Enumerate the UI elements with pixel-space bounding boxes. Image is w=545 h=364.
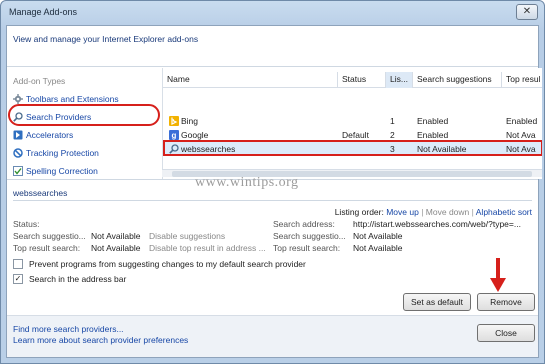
prevent-changes-checkbox[interactable] <box>13 259 23 269</box>
window-title: Manage Add-ons <box>9 7 78 17</box>
search-suggestions-label: Search suggestio... <box>13 231 86 241</box>
details-pane: webssearches Listing order: Move up | Mo… <box>7 180 538 315</box>
sidebar-item-label: Spelling Correction <box>26 166 98 176</box>
manage-addons-window: Manage Add-ons ✕ View and manage your In… <box>0 0 545 364</box>
dialog-client: View and manage your Internet Explorer a… <box>6 25 542 358</box>
close-window-button[interactable]: ✕ <box>516 4 538 20</box>
divider <box>13 200 532 201</box>
table-row[interactable]: Bing 1 Enabled Enabled <box>163 114 542 128</box>
listing-order: Listing order: Move up | Move down | Alp… <box>335 207 532 217</box>
tracking-protection-icon <box>13 148 23 158</box>
spelling-icon <box>13 166 23 176</box>
search-suggestions-value: Not Available <box>91 231 141 241</box>
row-name: Bing <box>181 116 199 126</box>
top-result-value: Not Available <box>91 243 141 253</box>
sidebar-item-label: Tracking Protection <box>26 148 99 158</box>
top-result-value-right: Not Available <box>353 243 403 253</box>
row-top-result: Enabled <box>506 116 538 126</box>
sidebar-item-spelling-correction[interactable]: Spelling Correction <box>13 164 98 178</box>
addon-types-pane: Add-on Types Toolbars and Extensions Sea… <box>7 68 160 179</box>
search-address-bar-label: Search in the address bar <box>29 274 127 284</box>
sidebar-item-accelerators[interactable]: Accelerators <box>13 128 73 142</box>
title-bar: Manage Add-ons ✕ <box>1 1 544 25</box>
column-header-top-result[interactable]: Top resul <box>502 72 542 88</box>
arrow-down-icon <box>490 258 506 292</box>
status-label: Status: <box>13 219 40 229</box>
header-band: View and manage your Internet Explorer a… <box>7 26 538 64</box>
disable-suggestions-link[interactable]: Disable suggestions <box>149 231 225 241</box>
listing-order-label: Listing order: <box>334 207 384 217</box>
disable-top-result-link[interactable]: Disable top result in address ... <box>149 243 266 253</box>
watermark: www.wintips.org <box>195 175 299 190</box>
gear-icon <box>13 94 23 104</box>
divider <box>7 66 538 67</box>
selected-row-highlight <box>163 140 542 156</box>
providers-table: Name Status Lis... Search suggestions To… <box>162 68 542 179</box>
prevent-changes-label: Prevent programs from suggesting changes… <box>29 259 306 269</box>
top-result-label-right: Top result search: <box>273 243 341 253</box>
move-up-link[interactable]: Move up <box>386 207 419 217</box>
accelerator-icon <box>13 130 23 140</box>
search-address-value: http://istart.webssearches.com/web/?type… <box>353 219 521 229</box>
search-address-label: Search address: <box>273 219 335 229</box>
footer: Find more search providers... Learn more… <box>7 315 538 357</box>
set-as-default-button[interactable]: Set as default <box>403 293 471 311</box>
sidebar-item-label: Accelerators <box>26 130 74 140</box>
column-header-search-suggestions[interactable]: Search suggestions <box>413 72 502 88</box>
addon-types-heading: Add-on Types <box>13 76 66 86</box>
search-suggestions-value-right: Not Available <box>353 231 403 241</box>
selected-provider-name: webssearches <box>13 188 68 198</box>
move-down-link[interactable]: Move down <box>426 207 469 217</box>
sidebar-item-tracking-protection[interactable]: Tracking Protection <box>13 146 99 160</box>
svg-text:g: g <box>172 131 177 140</box>
row-status <box>338 114 342 128</box>
remove-button[interactable]: Remove <box>477 293 535 311</box>
table-header: Name Status Lis... Search suggestions To… <box>163 72 542 88</box>
row-order: 1 <box>390 116 395 126</box>
search-address-bar-checkbox[interactable]: ✓ <box>13 274 23 284</box>
close-button[interactable]: Close <box>477 324 535 342</box>
column-header-name[interactable]: Name <box>163 72 338 88</box>
column-header-status[interactable]: Status <box>338 72 386 88</box>
learn-more-link[interactable]: Learn more about search provider prefere… <box>13 335 188 345</box>
header-text: View and manage your Internet Explorer a… <box>13 34 199 44</box>
find-more-providers-link[interactable]: Find more search providers... <box>13 324 124 334</box>
column-header-listing-order[interactable]: Lis... <box>386 72 413 88</box>
separator: | <box>471 207 474 217</box>
alphabetic-sort-link[interactable]: Alphabetic sort <box>476 207 532 217</box>
top-result-label: Top result search: <box>13 243 81 253</box>
row-suggestions: Enabled <box>417 116 449 126</box>
separator: | <box>421 207 424 217</box>
search-suggestions-label-right: Search suggestio... <box>273 231 346 241</box>
sidebar-item-label: Toolbars and Extensions <box>26 94 119 104</box>
search-providers-highlight <box>8 104 160 126</box>
